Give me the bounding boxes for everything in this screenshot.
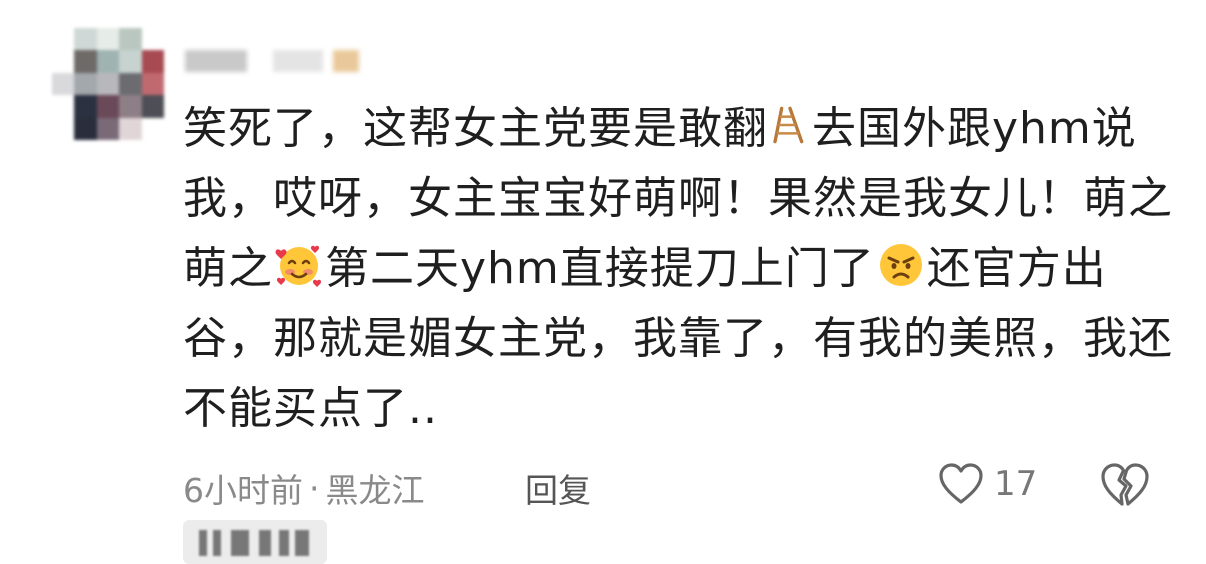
like-button[interactable]: 17 — [938, 462, 1037, 506]
avatar[interactable] — [52, 28, 164, 140]
dislike-button[interactable] — [1100, 462, 1150, 512]
comment-location: 黑龙江 — [325, 471, 425, 510]
ladder-icon — [773, 106, 804, 144]
comment-line: 萌之 第二天yhm直接提刀上门了 还官方出 — [183, 234, 1173, 304]
smiling-face-with-hearts-icon — [275, 245, 322, 287]
comment-text-segment: 还官方出 — [926, 243, 1107, 294]
angry-face-icon — [879, 244, 922, 286]
comment-tag[interactable] — [183, 520, 327, 564]
comment-meta: 6小时前 · 黑龙江 — [183, 464, 425, 512]
comment-text-segment: 我，哎呀，女主宝宝好萌啊！果然是我女儿！萌之 — [183, 173, 1173, 224]
meta-separator: · — [309, 468, 320, 508]
comment-time: 6小时前 — [183, 471, 303, 510]
comment-line: 不能买点了.. — [183, 374, 1173, 444]
comment-line: 我，哎呀，女主宝宝好萌啊！果然是我女儿！萌之 — [183, 164, 1173, 234]
comment-text-segment: 笑死了，这帮女主党要是敢翻 — [183, 103, 768, 154]
comment-line: 谷，那就是媚女主党，我靠了，有我的美照，我还 — [183, 304, 1173, 374]
comment-text-segment: 萌之 — [183, 243, 273, 294]
comment-text-segment: 谷，那就是媚女主党，我靠了，有我的美照，我还 — [183, 313, 1173, 364]
comment-text: 笑死了，这帮女主党要是敢翻 去国外跟yhm说 我，哎呀，女主宝宝好萌啊！果然是我… — [183, 94, 1173, 444]
comment-text-segment: 第二天yhm直接提刀上门了 — [325, 243, 875, 294]
like-count: 17 — [994, 464, 1038, 504]
reply-button[interactable]: 回复 — [525, 464, 591, 512]
broken-heart-icon — [1101, 463, 1149, 506]
comment-text-segment: 去国外跟yhm说 — [812, 103, 1137, 154]
comment-text-segment: 不能买点了.. — [183, 383, 438, 434]
heart-outline-icon — [939, 463, 983, 504]
comment-line: 笑死了，这帮女主党要是敢翻 去国外跟yhm说 — [183, 94, 1173, 164]
username[interactable] — [183, 38, 383, 86]
